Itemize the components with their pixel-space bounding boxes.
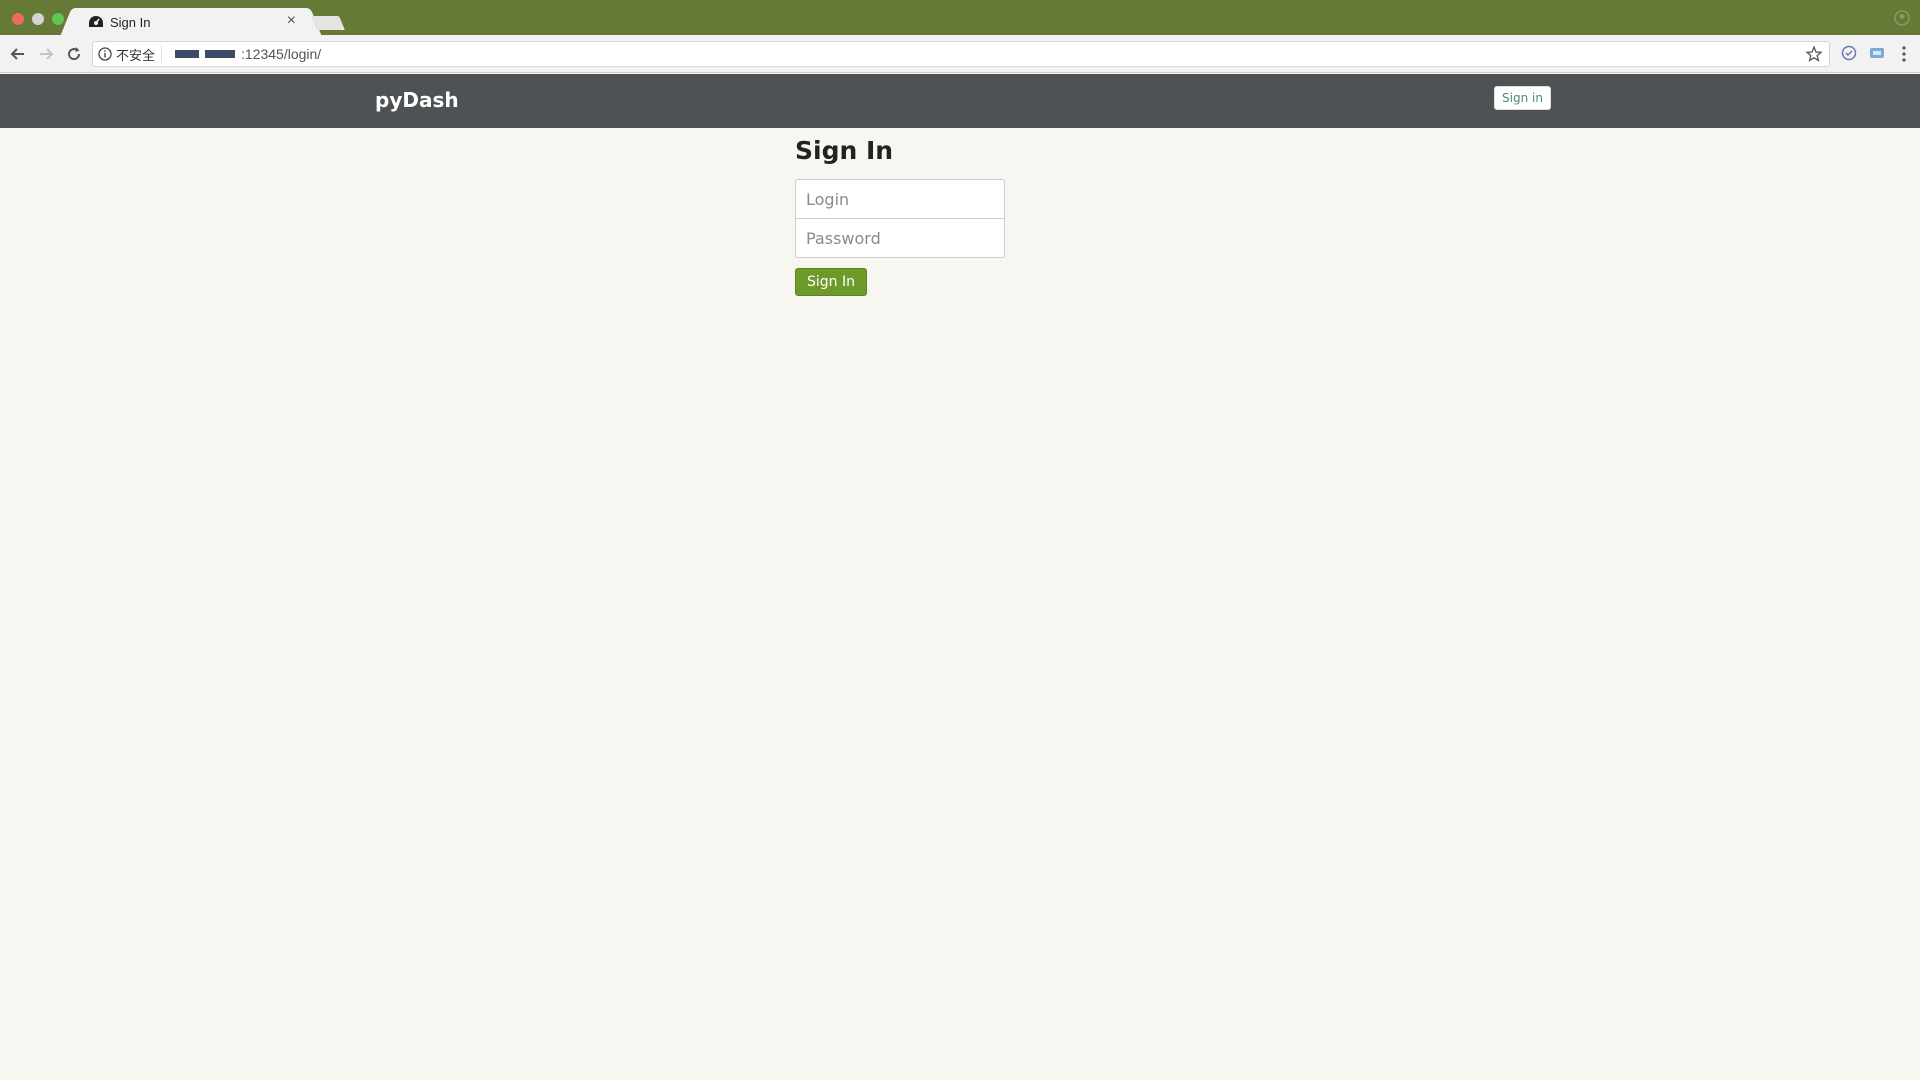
extension-icon[interactable] — [1868, 44, 1886, 62]
security-label: 不安全 — [116, 48, 156, 64]
profile-icon[interactable] — [1894, 10, 1910, 26]
kebab-menu-icon[interactable] — [1896, 44, 1912, 64]
navbar-signin-button[interactable]: Sign in — [1494, 86, 1551, 110]
password-input[interactable] — [795, 218, 1005, 258]
info-icon — [98, 47, 112, 61]
signin-submit-button[interactable]: Sign In — [795, 268, 867, 296]
browser-tabstrip: Sign In × — [0, 0, 1920, 36]
app-navbar: pyDash Sign in — [0, 74, 1920, 128]
security-indicator[interactable]: 不安全 — [98, 45, 163, 64]
star-icon[interactable] — [1805, 45, 1823, 63]
address-bar[interactable]: 不安全 :12345/login/ — [92, 41, 1830, 67]
dashboard-icon — [89, 16, 103, 27]
page-title: Sign In — [795, 136, 894, 165]
close-window-button[interactable] — [12, 13, 24, 25]
reload-icon[interactable] — [64, 44, 84, 64]
arrow-right-icon[interactable] — [36, 44, 56, 64]
extension-icon[interactable] — [1840, 44, 1858, 62]
new-tab-button[interactable] — [311, 16, 345, 30]
redacted-host — [175, 50, 199, 58]
brand-logo[interactable]: pyDash — [375, 88, 459, 112]
tab-close-icon[interactable]: × — [287, 12, 296, 30]
browser-tab-active[interactable]: Sign In × — [74, 8, 308, 36]
browser-toolbar: 不安全 :12345/login/ — [0, 35, 1920, 73]
maximize-window-button[interactable] — [52, 13, 64, 25]
login-input[interactable] — [795, 179, 1005, 219]
url-text: :12345/login/ — [175, 46, 321, 62]
redacted-host — [205, 50, 235, 58]
url-path: :12345/login/ — [241, 46, 322, 62]
minimize-window-button[interactable] — [32, 13, 44, 25]
arrow-left-icon[interactable] — [8, 44, 28, 64]
tab-title: Sign In — [110, 15, 151, 30]
